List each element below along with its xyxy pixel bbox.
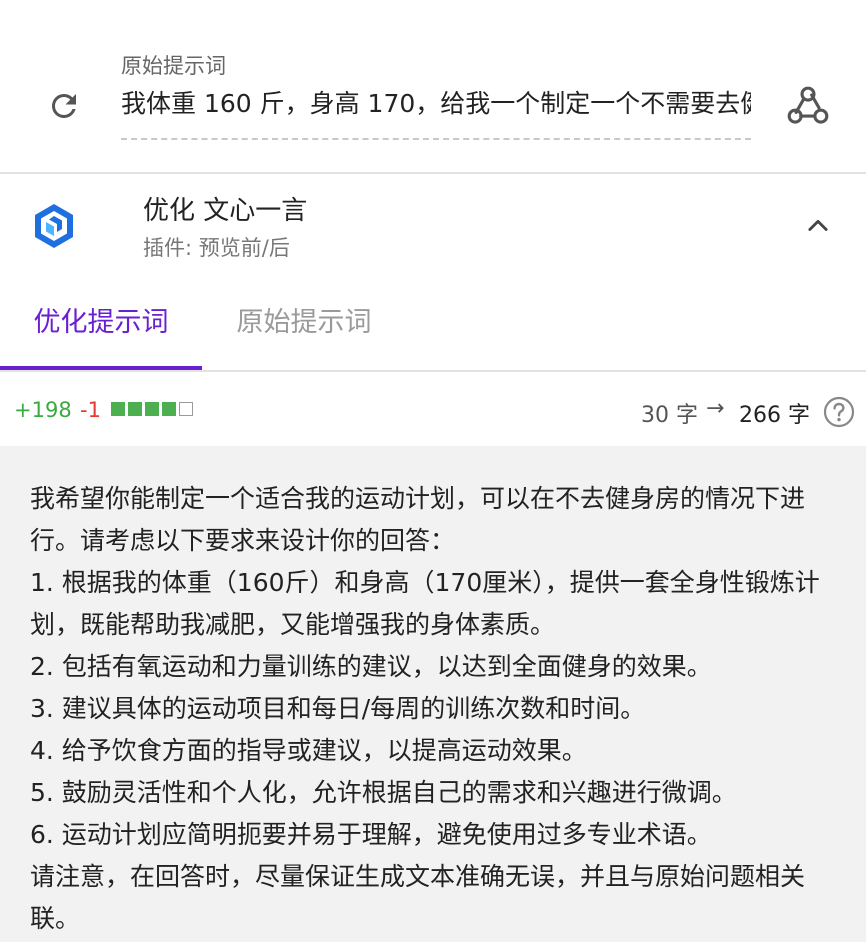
tab-original-prompt[interactable]: 原始提示词: [202, 290, 406, 370]
char-count-before: 30 字: [641, 403, 698, 428]
diff-block-filled: [145, 402, 159, 416]
chevron-up-icon: [808, 219, 828, 231]
plugin-row[interactable]: 优化 文心一言 插件: 预览前/后: [0, 174, 866, 278]
diff-blocks: [111, 402, 193, 416]
tabs-divider: [0, 370, 866, 372]
original-prompt-input[interactable]: 我体重 160 斤，身高 170，给我一个制定一个不需要去健身房的锻炼计划: [121, 84, 751, 120]
optimized-prompt-panel: 我希望你能制定一个适合我的运动计划，可以在不去健身房的情况下进行。请考虑以下要求…: [0, 446, 866, 942]
arrow-icon: →: [706, 396, 725, 421]
diff-block-filled: [162, 402, 176, 416]
prompt-underline: [121, 138, 751, 140]
webhook-icon: [787, 86, 829, 124]
original-prompt-header: 原始提示词 我体重 160 斤，身高 170，给我一个制定一个不需要去健身房的锻…: [0, 0, 866, 172]
diff-block-filled: [128, 402, 142, 416]
refresh-icon: [51, 93, 76, 118]
optimized-prompt-text: 我希望你能制定一个适合我的运动计划，可以在不去健身房的情况下进行。请考虑以下要求…: [30, 484, 820, 933]
diff-block-empty: [179, 402, 193, 416]
diff-stats: +198 -1 30 字 → 266 字: [0, 380, 866, 444]
prompt-tabs: 优化提示词 原始提示词: [0, 290, 866, 374]
help-icon[interactable]: [823, 396, 855, 428]
tab-optimized-prompt[interactable]: 优化提示词: [0, 290, 202, 370]
added-count: +198: [14, 398, 72, 422]
char-count-after: 266 字: [739, 403, 810, 428]
webhook-button[interactable]: [784, 82, 832, 130]
refresh-button[interactable]: [42, 84, 86, 128]
collapse-button[interactable]: [798, 206, 838, 246]
removed-count: -1: [80, 398, 101, 422]
prompt-label: 原始提示词: [121, 54, 226, 78]
wenxin-logo-icon: [35, 204, 73, 248]
diff-block-filled: [111, 402, 125, 416]
plugin-subtitle: 插件: 预览前/后: [143, 236, 290, 260]
plugin-title: 优化 文心一言: [143, 196, 308, 226]
